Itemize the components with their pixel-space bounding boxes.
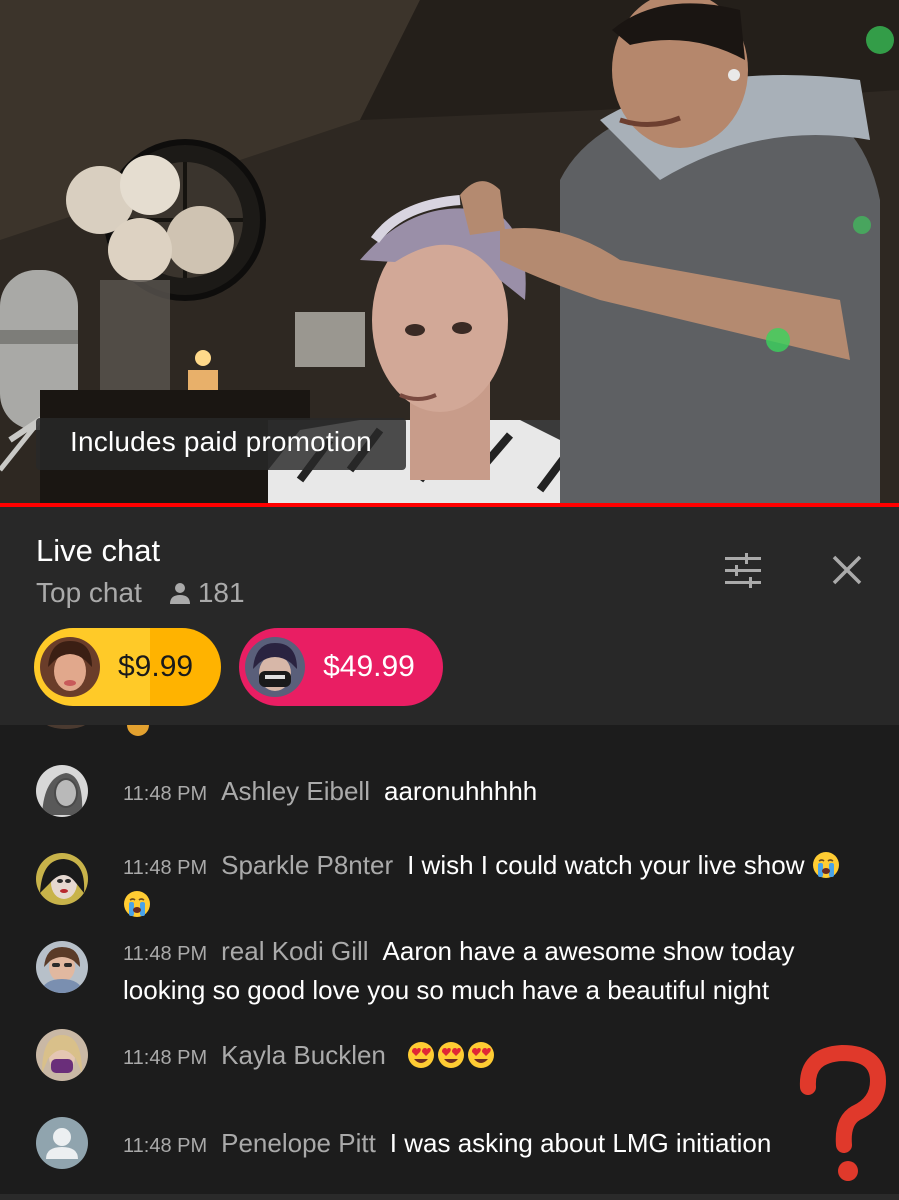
- super-chat-tickers: $9.99 $49.99: [34, 628, 461, 706]
- question-mark-annotation: [799, 1045, 887, 1181]
- chat-mode-selector[interactable]: Top chat 181: [36, 577, 245, 609]
- message-timestamp: 11:48 PM: [123, 943, 208, 965]
- close-icon: [832, 555, 862, 585]
- message-body: 11:48 PM real Kodi Gill Aaron have a aweso…: [123, 933, 868, 1008]
- chat-input-edge: [0, 1194, 899, 1200]
- filter-icon: [725, 553, 761, 588]
- message-text: I wish I could watch your live show: [407, 850, 805, 880]
- heart-eyes-icon: [438, 1042, 465, 1068]
- paid-promotion-badge[interactable]: Includes paid promotion: [36, 418, 406, 470]
- previous-message-fragment: [46, 725, 149, 736]
- video-player[interactable]: Includes paid promotion: [0, 0, 899, 503]
- live-chat-header: Live chat Top chat 181 $9.99 $49.99: [0, 507, 899, 725]
- message-body: 11:48 PM Kayla Bucklen: [123, 1037, 868, 1076]
- avatar[interactable]: [36, 853, 88, 905]
- message-timestamp: 11:48 PM: [123, 1135, 208, 1157]
- avatar[interactable]: [36, 1029, 88, 1081]
- ticker-avatar: [245, 637, 306, 697]
- ticker-avatar: [40, 637, 100, 697]
- message-timestamp: 11:48 PM: [123, 1047, 208, 1069]
- crying-face-icon: [124, 891, 150, 917]
- avatar[interactable]: [36, 941, 88, 993]
- super-chat-ticker-pink[interactable]: $49.99: [239, 628, 443, 706]
- message-author[interactable]: Ashley Eibell: [221, 776, 370, 806]
- ticker-amount: $9.99: [118, 650, 194, 683]
- person-icon: [169, 583, 190, 604]
- message-author[interactable]: Kayla Bucklen: [221, 1040, 386, 1070]
- message-author[interactable]: Sparkle P8nter: [221, 850, 393, 880]
- chat-message-list[interactable]: 11:48 PM Ashley Eibell aaronuhhhhh 11:48 P…: [0, 725, 899, 1200]
- message-body: 11:48 PM Penelope Pitt I was asking about …: [123, 1125, 868, 1164]
- filter-button[interactable]: [718, 547, 768, 595]
- ticker-amount: $49.99: [323, 650, 415, 683]
- avatar[interactable]: [36, 1117, 88, 1169]
- message-text: aaronuhhhhh: [383, 776, 538, 806]
- crying-face-icon: [812, 852, 839, 878]
- chat-mode-label: Top chat: [36, 577, 142, 608]
- super-chat-ticker-yellow[interactable]: $9.99: [34, 628, 222, 706]
- heart-eyes-icon: [408, 1042, 435, 1068]
- message-timestamp: 11:48 PM: [123, 857, 208, 879]
- avatar[interactable]: [36, 765, 88, 817]
- viewer-count: 181: [168, 577, 245, 609]
- live-chat-title: Live chat: [36, 533, 161, 568]
- message-body: 11:48 PM Sparkle P8nter I wish I could wat…: [123, 847, 868, 922]
- close-chat-button[interactable]: [822, 545, 872, 595]
- heart-eyes-icon: [468, 1042, 495, 1068]
- message-author[interactable]: Penelope Pitt: [221, 1128, 376, 1158]
- message-body: 11:48 PM Ashley Eibell aaronuhhhhh: [123, 773, 868, 812]
- viewer-count-value: 181: [197, 577, 245, 608]
- message-text: I was asking about LMG initiation: [389, 1128, 772, 1158]
- message-timestamp: 11:48 PM: [123, 783, 208, 805]
- message-author[interactable]: real Kodi Gill: [221, 936, 368, 966]
